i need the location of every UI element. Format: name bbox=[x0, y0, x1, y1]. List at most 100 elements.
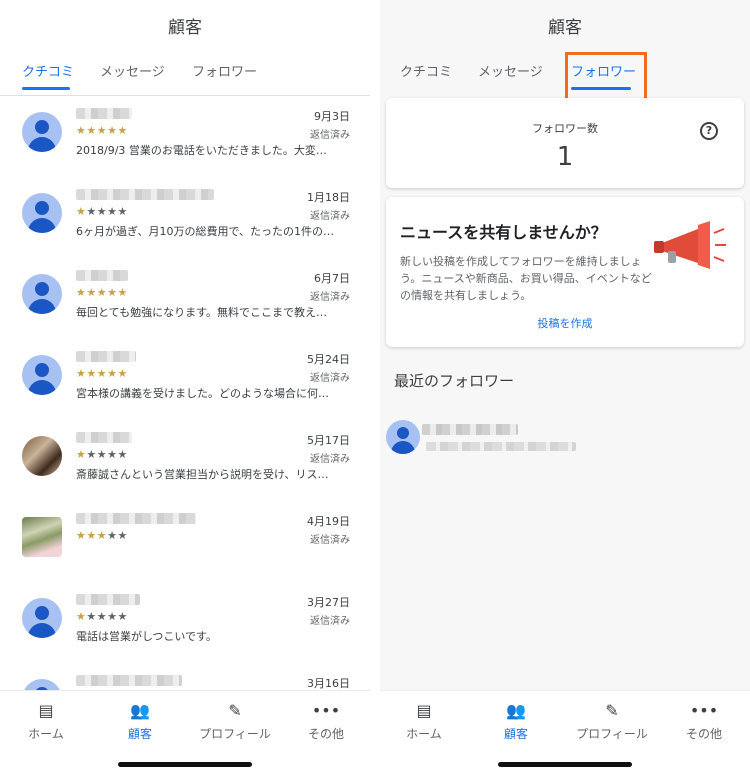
home-indicator bbox=[118, 762, 252, 767]
filled-stars: ★★★★★ bbox=[76, 286, 128, 299]
reviewer-name-blurred bbox=[76, 432, 132, 443]
star-rating: ★★★★★ bbox=[76, 205, 128, 218]
filled-stars: ★ bbox=[76, 205, 87, 218]
nav-more[interactable]: ••• その他 bbox=[286, 701, 366, 742]
pencil-icon: ✎ bbox=[228, 701, 242, 720]
empty-stars: ★★★★ bbox=[86, 205, 128, 218]
nav-customers[interactable]: 👥 顧客 bbox=[100, 701, 180, 742]
nav-home[interactable]: ▤ ホーム bbox=[6, 701, 86, 742]
nav-profile-label: プロフィール bbox=[576, 727, 648, 741]
review-item[interactable]: 6月7日 ★★★★★ 返信済み毎回とても勉強になります。無料でここまで教え… bbox=[0, 266, 370, 346]
star-rating: ★★★★★ bbox=[76, 286, 128, 299]
reviewer-name-blurred bbox=[76, 270, 128, 281]
news-share-card: ニュースを共有しませんか？ 新しい投稿を作成してフォロワーを維持しましょう。ニュ… bbox=[386, 197, 744, 347]
review-item[interactable]: 5月24日 ★★★★★ 返信済み 宮本様の講義を受けました。どのような場合に何… bbox=[0, 347, 370, 427]
tab-followers[interactable]: フォロワー bbox=[192, 61, 257, 80]
screen-divider bbox=[370, 0, 380, 773]
nav-home[interactable]: ▤ ホーム bbox=[384, 701, 464, 742]
more-icon: ••• bbox=[689, 701, 719, 720]
follower-meta-blurred bbox=[426, 442, 576, 451]
review-snippet: 2018/9/3 営業のお電話をいただきました。大変… bbox=[76, 144, 327, 157]
review-date: 4月19日 bbox=[307, 515, 350, 528]
filled-stars: ★★★★★ bbox=[76, 367, 128, 380]
follower-row[interactable] bbox=[380, 412, 750, 466]
recent-followers-heading: 最近のフォロワー bbox=[394, 372, 515, 390]
store-icon: ▤ bbox=[38, 701, 54, 720]
news-card-body: 新しい投稿を作成してフォロワーを維持しましょう。ニュースや新商品、お買い得品、イ… bbox=[400, 255, 652, 302]
bottom-nav: ▤ ホーム 👥 顧客 ✎ プロフィール ••• その他 bbox=[380, 690, 750, 773]
nav-profile-label: プロフィール bbox=[199, 727, 271, 741]
review-snippet: 毎回とても勉強になります。無料でここまで教え… bbox=[76, 306, 328, 319]
more-icon: ••• bbox=[311, 701, 341, 720]
nav-profile[interactable]: ✎ プロフィール bbox=[566, 701, 658, 742]
review-item[interactable]: 5月17日 ★★★★★ 返信済み 斎藤誠さんという営業担当から説明を受け、リス… bbox=[0, 428, 370, 508]
review-item[interactable]: 1月18日 ★★★★★ 返信済み 6ヶ月が過ぎ、月10万の総費用で、たったの1件の… bbox=[0, 185, 370, 265]
reply-status: 返信済み bbox=[310, 616, 350, 627]
follower-avatar bbox=[386, 420, 420, 454]
reviewer-name-blurred bbox=[76, 108, 132, 119]
review-snippet: 6ヶ月が過ぎ、月10万の総費用で、たったの1件の… bbox=[76, 225, 335, 238]
pencil-icon: ✎ bbox=[605, 701, 619, 720]
review-date: 6月7日 bbox=[314, 272, 350, 285]
tab-reviews[interactable]: クチコミ bbox=[400, 61, 452, 80]
reviewer-avatar bbox=[22, 436, 62, 476]
reviewer-avatar bbox=[22, 274, 62, 314]
empty-stars: ★★ bbox=[107, 529, 128, 542]
star-rating: ★★★★★ bbox=[76, 367, 128, 380]
filled-stars: ★★★ bbox=[76, 529, 108, 542]
follower-count-label: フォロワー数 bbox=[532, 122, 598, 135]
reviewer-avatar bbox=[22, 112, 62, 152]
page-title: 顧客 bbox=[168, 18, 202, 38]
create-post-link[interactable]: 投稿を作成 bbox=[386, 315, 744, 331]
followers-screen: 顧客 クチコミ メッセージ フォロワー フォロワー数 1 ? ニュースを共有しま… bbox=[380, 0, 750, 773]
reviewer-name-blurred bbox=[76, 675, 182, 686]
reviewer-avatar bbox=[22, 193, 62, 233]
home-indicator bbox=[498, 762, 632, 767]
review-snippet: 電話は営業がしつこいです。 bbox=[76, 630, 217, 643]
bottom-nav: ▤ ホーム 👥 顧客 ✎ プロフィール ••• その他 bbox=[0, 690, 370, 773]
review-item[interactable]: 3月27日 ★★★★★ 返信済み電話は営業がしつこいです。 bbox=[0, 590, 370, 670]
reviewer-name-blurred bbox=[76, 513, 196, 524]
nav-customers[interactable]: 👥 顧客 bbox=[476, 701, 556, 742]
review-date: 1月18日 bbox=[307, 191, 350, 204]
reviews-screen: 顧客 クチコミ メッセージ フォロワー 9月3日 ★★★★★ 返信済み 2018/9/… bbox=[0, 0, 370, 773]
nav-customers-label: 顧客 bbox=[127, 727, 152, 741]
review-date: 3月27日 bbox=[307, 596, 350, 609]
review-snippet: 宮本様の講義を受けました。どのような場合に何… bbox=[76, 387, 329, 400]
nav-more-label: その他 bbox=[307, 727, 344, 741]
filled-stars: ★ bbox=[76, 448, 87, 461]
active-tab-indicator bbox=[22, 87, 70, 90]
empty-stars: ★★★★ bbox=[86, 610, 128, 623]
reviewer-name-blurred bbox=[76, 351, 136, 362]
store-icon: ▤ bbox=[416, 701, 432, 720]
page-title: 顧客 bbox=[548, 18, 582, 38]
star-rating: ★★★★★ bbox=[76, 448, 128, 461]
nav-customers-label: 顧客 bbox=[503, 727, 528, 741]
tab-messages[interactable]: メッセージ bbox=[478, 61, 543, 80]
megaphone-icon bbox=[654, 221, 726, 269]
review-item[interactable]: 4月19日 ★★★★★ 返信済み bbox=[0, 509, 370, 589]
reviewer-avatar bbox=[22, 517, 62, 557]
follower-count-card: フォロワー数 1 ? bbox=[386, 98, 744, 188]
reviewer-name-blurred bbox=[76, 594, 140, 605]
nav-profile[interactable]: ✎ プロフィール bbox=[190, 701, 280, 742]
tab-messages[interactable]: メッセージ bbox=[100, 61, 165, 80]
review-date: 5月17日 bbox=[307, 434, 350, 447]
star-rating: ★★★★★ bbox=[76, 610, 128, 623]
reply-status: 返信済み bbox=[310, 130, 350, 141]
follower-name-blurred bbox=[422, 424, 518, 435]
people-icon: 👥 bbox=[506, 701, 526, 720]
reply-status: 返信済み bbox=[310, 292, 350, 303]
reply-status: 返信済み bbox=[310, 535, 350, 546]
tab-reviews[interactable]: クチコミ bbox=[22, 61, 74, 80]
nav-more-label: その他 bbox=[685, 727, 722, 741]
help-icon[interactable]: ? bbox=[700, 122, 718, 140]
nav-more[interactable]: ••• その他 bbox=[664, 701, 744, 742]
review-date: 3月16日 bbox=[307, 677, 350, 690]
people-icon: 👥 bbox=[130, 701, 150, 720]
review-date: 9月3日 bbox=[314, 110, 350, 123]
review-item[interactable]: 9月3日 ★★★★★ 返信済み 2018/9/3 営業のお電話をいただきました。大変… bbox=[0, 104, 370, 184]
filled-stars: ★ bbox=[76, 610, 87, 623]
reviewer-name-blurred bbox=[76, 189, 214, 200]
empty-stars: ★★★★ bbox=[86, 448, 128, 461]
